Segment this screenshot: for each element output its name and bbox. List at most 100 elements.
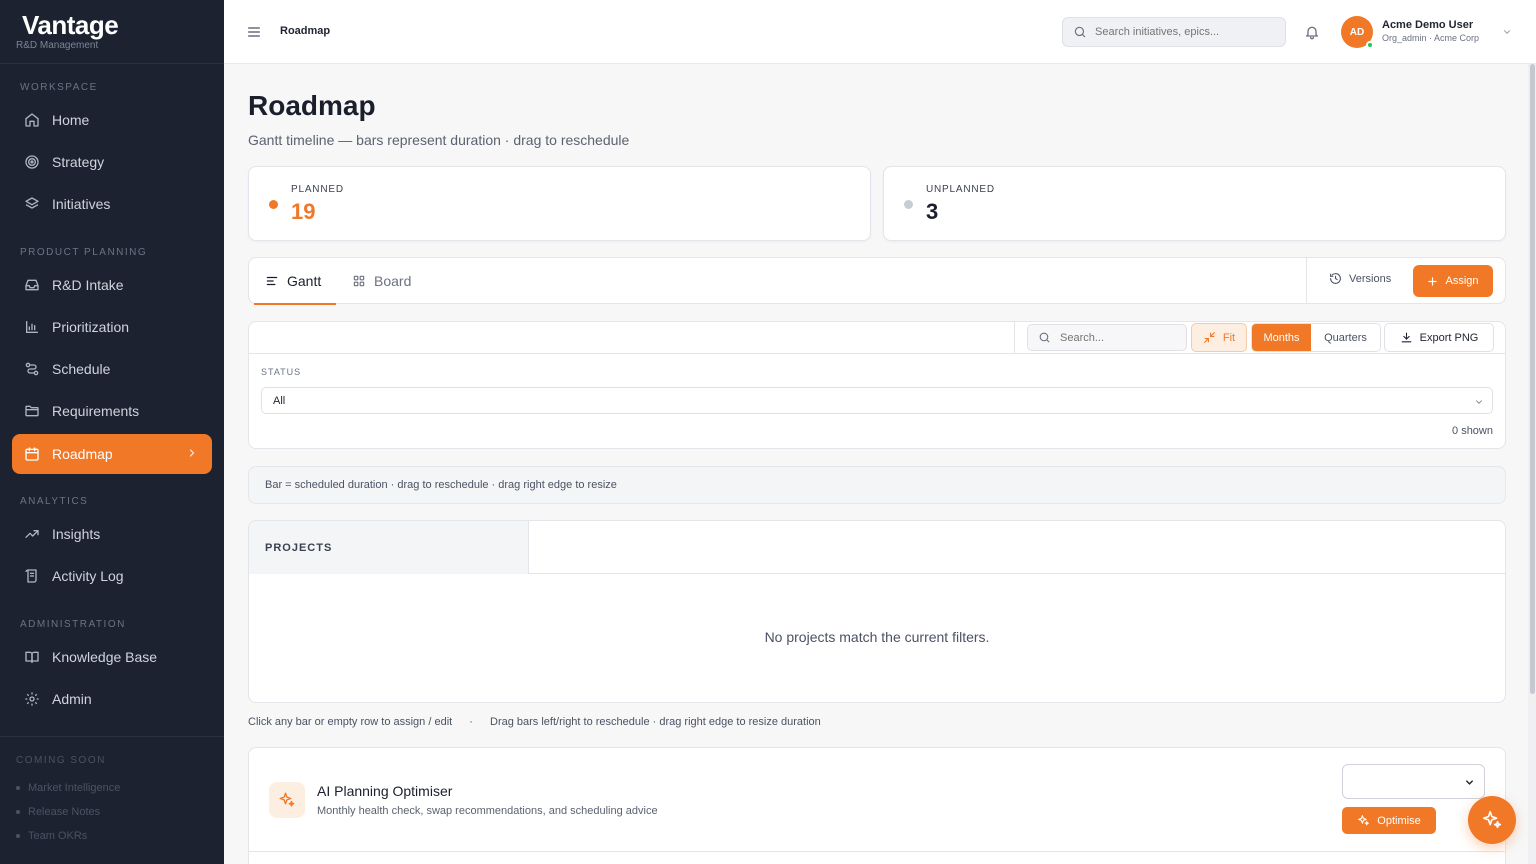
unplanned-status-dot	[904, 200, 913, 209]
global-search[interactable]	[1062, 17, 1286, 47]
gantt-chart: PROJECTS No projects match the current f…	[248, 520, 1506, 703]
ai-assistant-fab[interactable]	[1468, 796, 1516, 844]
coming-soon-item: Release Notes	[16, 806, 100, 818]
hint-bar: Bar = scheduled duration · drag to resch…	[248, 466, 1506, 504]
sidebar-item-schedule[interactable]: Schedule	[12, 349, 212, 389]
view-tabs: Gantt Board Versions Assign	[248, 257, 1506, 305]
gantt-search-input[interactable]	[1060, 331, 1180, 344]
optimise-label: Optimise	[1377, 814, 1421, 827]
sidebar-item-label: R&D Intake	[52, 277, 124, 293]
sparkles-icon	[1358, 815, 1370, 826]
sidebar-item-rd-intake[interactable]: R&D Intake	[12, 265, 212, 305]
sidebar-item-label: Prioritization	[52, 319, 130, 335]
legend-click-hint: Click any bar or empty row to assign / e…	[248, 716, 453, 728]
sidebar-item-activity-log[interactable]: Activity Log	[12, 556, 212, 596]
gantt-search[interactable]	[1027, 324, 1187, 351]
sidebar-item-initiatives[interactable]: Initiatives	[12, 184, 212, 224]
tab-gantt[interactable]: Gantt	[254, 258, 337, 305]
sidebar-item-admin[interactable]: Admin	[12, 679, 212, 719]
sidebar-item-prioritization[interactable]: Prioritization	[12, 307, 212, 347]
tab-board[interactable]: Board	[352, 258, 411, 303]
ai-optimiser-select[interactable]	[1342, 764, 1485, 799]
route-icon	[25, 362, 39, 376]
shown-count: 0 shown	[1452, 425, 1493, 437]
brand-name: Vantage	[22, 10, 119, 40]
chevron-down-icon[interactable]	[1502, 27, 1512, 37]
page-scrollbar[interactable]	[1528, 64, 1536, 864]
scroll-icon	[25, 569, 37, 583]
divider	[1014, 322, 1015, 353]
nav-section-product-planning: PRODUCT PLANNING	[20, 247, 148, 258]
search-icon	[1039, 332, 1050, 343]
assign-button[interactable]: Assign	[1413, 265, 1493, 297]
ai-optimiser-card: AI Planning Optimiser Monthly health che…	[248, 747, 1506, 864]
hint-text: Bar = scheduled duration · drag to resch…	[265, 479, 617, 491]
status-filter-select[interactable]: All	[261, 387, 1493, 414]
brand[interactable]: Vantage R&D Management	[0, 0, 224, 64]
sidebar-item-label: Requirements	[52, 403, 140, 419]
target-icon	[25, 155, 39, 169]
global-search-input[interactable]	[1095, 26, 1275, 38]
topbar: Roadmap AD Acme Demo User Org_admin · Ac…	[224, 0, 1536, 64]
grid-icon	[353, 275, 365, 286]
sidebar-item-requirements[interactable]: Requirements	[12, 391, 212, 431]
sparkles-icon	[269, 782, 305, 818]
coming-soon-item: Team OKRs	[16, 830, 87, 842]
user-role: Org_admin · Acme Corp	[1382, 33, 1480, 43]
page-subtitle: Gantt timeline — bars represent duration…	[248, 132, 630, 148]
timescale-toggle: Months Quarters	[1251, 323, 1381, 352]
versions-label: Versions	[1349, 272, 1392, 285]
divider	[249, 353, 1505, 354]
sparkles-icon	[1482, 810, 1502, 829]
minimize-arrows-icon	[1203, 332, 1215, 343]
search-icon	[1074, 26, 1086, 38]
fit-button[interactable]: Fit	[1191, 323, 1247, 352]
chevron-down-icon	[1466, 780, 1473, 785]
tab-label: Board	[374, 272, 412, 289]
plus-icon	[1428, 276, 1438, 286]
sidebar-item-insights[interactable]: Insights	[12, 514, 212, 554]
book-icon	[25, 651, 39, 663]
user-name[interactable]: Acme Demo User	[1382, 19, 1473, 31]
legend-drag-hint: Drag bars left/right to reschedule · dra…	[490, 716, 821, 728]
menu-icon[interactable]	[246, 24, 262, 40]
online-status-dot	[1366, 41, 1374, 49]
filter-panel: Fit Months Quarters Export PNG STATUS Al…	[248, 321, 1506, 449]
sidebar-item-home[interactable]: Home	[12, 100, 212, 140]
sidebar: Vantage R&D Management WORKSPACE Home St…	[0, 0, 224, 864]
sidebar-item-strategy[interactable]: Strategy	[12, 142, 212, 182]
sidebar-item-label: Initiatives	[52, 196, 111, 212]
export-label: Export PNG	[1419, 331, 1479, 344]
trending-up-icon	[25, 530, 39, 538]
coming-soon-item: Market Intelligence	[16, 782, 120, 794]
scrollbar-thumb[interactable]	[1530, 64, 1535, 694]
sidebar-item-label: Knowledge Base	[52, 649, 158, 665]
chevron-right-icon	[189, 449, 195, 457]
ai-optimiser-title: AI Planning Optimiser	[317, 783, 453, 799]
months-toggle[interactable]: Months	[1252, 324, 1311, 351]
projects-column-header: PROJECTS	[249, 521, 529, 574]
sidebar-item-label: Activity Log	[52, 568, 124, 584]
notification-bell-icon[interactable]	[1304, 24, 1320, 40]
bar-chart-icon	[26, 321, 38, 333]
export-png-button[interactable]: Export PNG	[1384, 323, 1494, 352]
stat-value: 19	[291, 199, 316, 224]
gantt-header: PROJECTS	[249, 521, 1505, 574]
history-icon	[1330, 273, 1341, 284]
sidebar-item-knowledge-base[interactable]: Knowledge Base	[12, 637, 212, 677]
empty-state-message: No projects match the current filters.	[764, 629, 990, 645]
calendar-icon	[25, 447, 39, 461]
avatar[interactable]: AD	[1341, 16, 1374, 49]
status-filter-label: STATUS	[261, 367, 302, 377]
quarters-toggle[interactable]: Quarters	[1311, 324, 1380, 351]
versions-button[interactable]: Versions	[1329, 272, 1391, 285]
planned-status-dot	[269, 200, 278, 209]
avatar-initials: AD	[1349, 26, 1365, 38]
sidebar-item-label: Admin	[52, 691, 92, 707]
gantt-lines-icon	[266, 276, 278, 285]
nav-section-workspace: WORKSPACE	[20, 82, 98, 93]
ai-optimiser-description: Monthly health check, swap recommendatio…	[317, 805, 658, 817]
sidebar-item-roadmap[interactable]: Roadmap	[12, 434, 212, 474]
sidebar-item-label: Schedule	[52, 361, 111, 377]
optimise-button[interactable]: Optimise	[1342, 807, 1436, 834]
